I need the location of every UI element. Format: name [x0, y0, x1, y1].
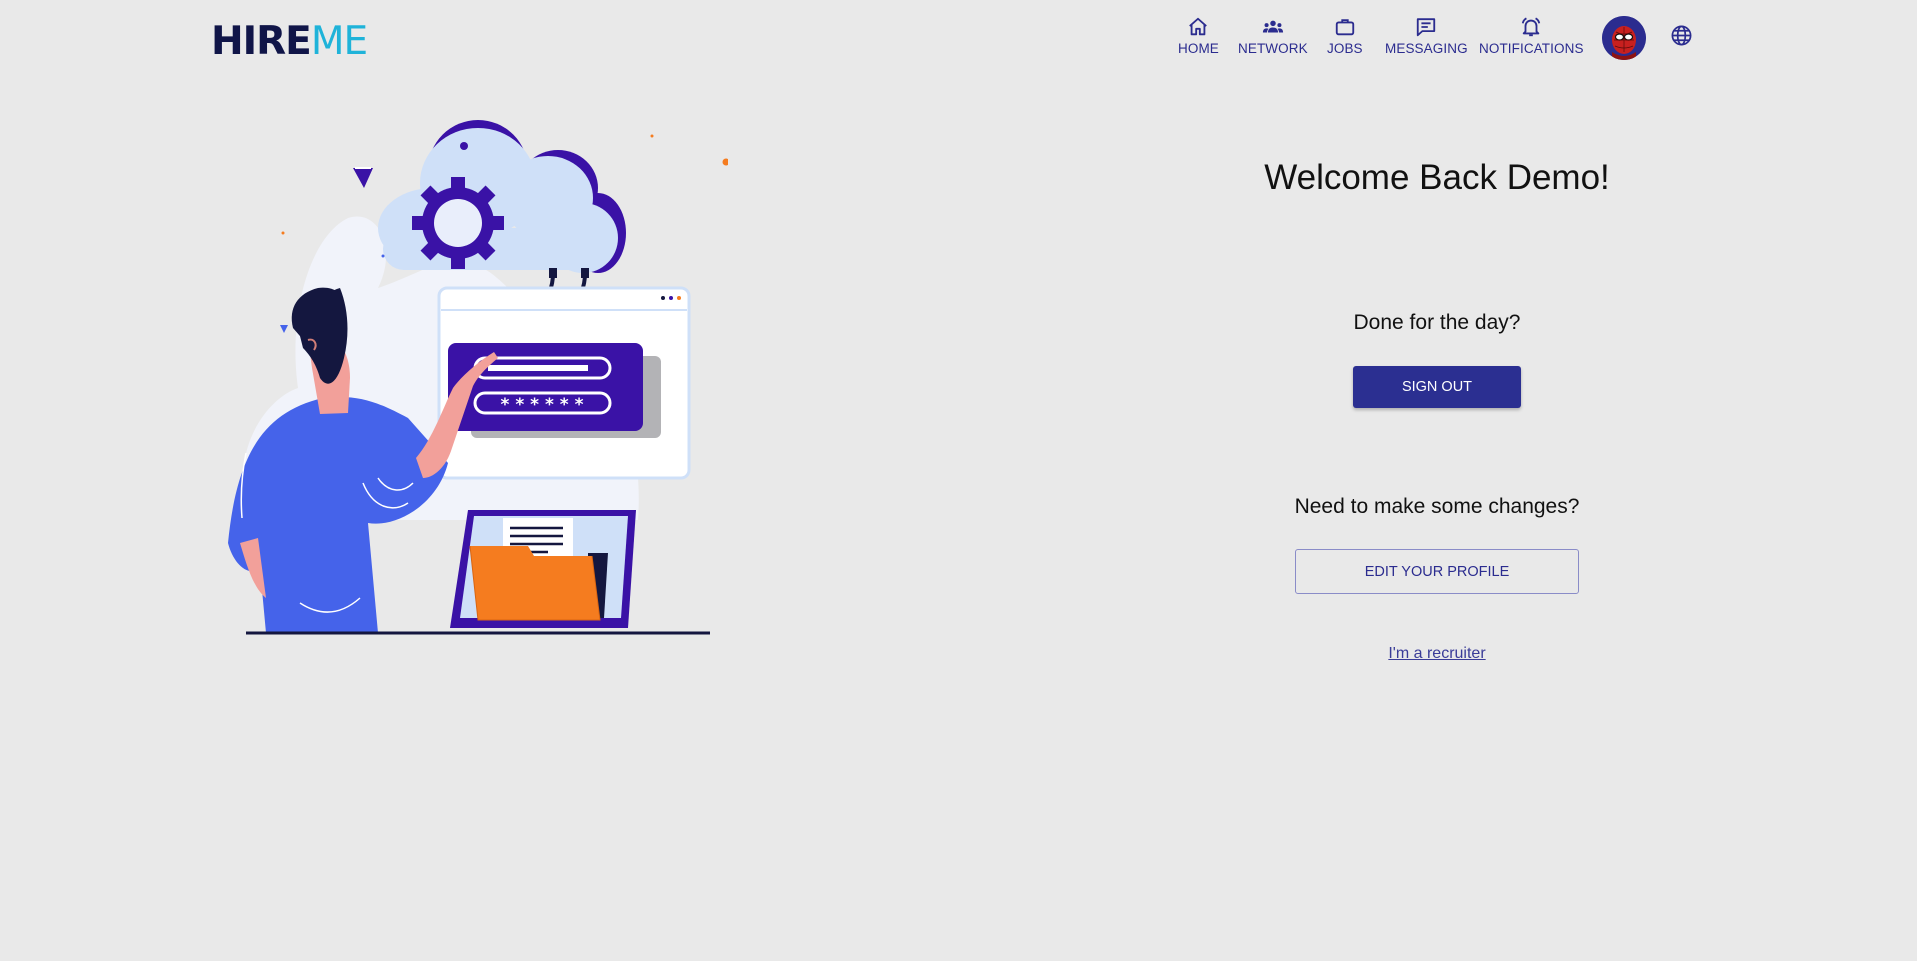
logo-text-me: ME: [310, 19, 368, 64]
nav-network[interactable]: NETWORK: [1238, 16, 1308, 64]
signout-button[interactable]: SIGN OUT: [1353, 366, 1521, 408]
nav-home[interactable]: HOME: [1178, 16, 1219, 64]
user-avatar[interactable]: [1602, 16, 1646, 60]
edit-prompt: Need to make some changes?: [1294, 495, 1580, 518]
edit-profile-button[interactable]: EDIT YOUR PROFILE: [1295, 549, 1579, 594]
nav-jobs[interactable]: JOBS: [1327, 16, 1363, 64]
briefcase-icon: [1335, 19, 1354, 36]
avatar-icon: [1602, 16, 1646, 60]
message-icon: [1417, 18, 1436, 37]
globe-icon[interactable]: [1670, 24, 1693, 47]
home-icon: [1189, 17, 1208, 36]
laptop-shape: [450, 510, 636, 628]
nav-notifications[interactable]: NOTIFICATIONS: [1479, 16, 1584, 64]
hireme-logo[interactable]: HIREME: [211, 18, 368, 66]
nav-messaging[interactable]: MESSAGING: [1385, 16, 1468, 64]
nav-jobs-label: JOBS: [1327, 41, 1363, 56]
password-mask-text: * * * * * *: [501, 395, 584, 415]
recruiter-link[interactable]: I'm a recruiter: [1180, 645, 1694, 663]
cloud-shape: [378, 120, 626, 273]
logo-text-hire: HIRE: [211, 19, 312, 64]
bell-icon: [1522, 17, 1541, 37]
nav-network-label: NETWORK: [1238, 41, 1308, 56]
signout-prompt: Done for the day?: [1353, 311, 1521, 334]
nav-home-label: HOME: [1178, 41, 1219, 56]
welcome-heading: Welcome Back Demo!: [1264, 158, 1610, 197]
login-illustration: * * * * * *: [228, 120, 728, 635]
people-icon: [1262, 20, 1283, 33]
nav-notifications-label: NOTIFICATIONS: [1479, 41, 1584, 56]
nav-messaging-label: MESSAGING: [1385, 41, 1468, 56]
gear-shape: [412, 177, 504, 269]
